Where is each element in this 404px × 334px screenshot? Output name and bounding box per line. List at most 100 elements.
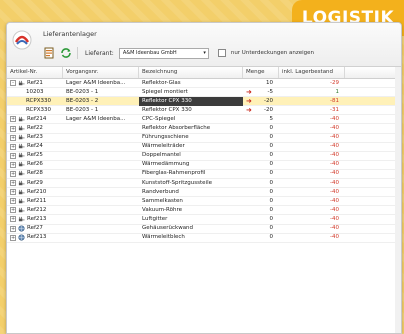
stock-cell: -40	[330, 197, 339, 204]
quantity-value: 0	[269, 152, 274, 159]
article-number: Ref28	[27, 170, 43, 177]
quantity-cell: 0	[243, 233, 279, 242]
description-cell: Reflektor CPX 330	[142, 106, 192, 113]
collapse-icon[interactable]: -	[10, 80, 16, 87]
expand-icon[interactable]: +	[10, 216, 16, 223]
expand-icon[interactable]: +	[10, 116, 16, 123]
description-cell: Reflektor Absorberfläche	[142, 125, 211, 132]
plug-icon	[18, 180, 25, 185]
article-number: 10203	[26, 88, 44, 95]
quantity-value: 5	[269, 115, 274, 122]
process-cell: BE-0203 - 1	[66, 106, 99, 113]
expand-icon[interactable]: +	[10, 180, 16, 187]
quantity-cell: 0	[243, 179, 279, 188]
stock-cell: -40	[330, 125, 339, 132]
vertical-scrollbar[interactable]	[395, 67, 401, 333]
expand-icon[interactable]: +	[10, 170, 16, 177]
quantity-cell: 0	[243, 151, 279, 160]
globe-icon	[18, 225, 25, 232]
arrow-right-icon: ➜	[246, 87, 252, 96]
column-header-stock[interactable]: inkl. Lagerbestand	[279, 67, 345, 78]
quantity-cell: 0	[243, 188, 279, 197]
plug-icon	[18, 116, 25, 122]
quantity-cell: 0	[243, 124, 279, 133]
quantity-value: 0	[269, 197, 274, 204]
article-number: Ref21	[27, 79, 43, 86]
description-cell: Sammelkasten	[142, 197, 183, 204]
expand-icon[interactable]: +	[10, 125, 16, 132]
column-header-quantity[interactable]: Menge	[243, 67, 279, 78]
quantity-value: -20	[264, 97, 273, 104]
table-row[interactable]: + Ref213 Wärmeleitblech 0 -40	[7, 233, 401, 243]
stock-cell: -31	[330, 106, 339, 113]
expand-icon[interactable]: +	[10, 225, 16, 232]
expand-icon[interactable]: +	[10, 207, 16, 214]
quantity-value: 0	[269, 225, 274, 232]
article-cell: + Ref213	[7, 233, 63, 242]
article-cell: + Ref24	[7, 142, 63, 151]
expand-icon[interactable]: +	[10, 143, 16, 150]
quantity-cell: 0	[243, 224, 279, 233]
shortage-only-checkbox[interactable]	[217, 49, 226, 57]
chevron-down-icon: ▾	[203, 49, 206, 56]
stock-cell: -40	[330, 152, 339, 159]
article-number: Ref23	[27, 134, 43, 141]
arrow-right-icon: ➜	[246, 105, 252, 114]
quantity-value: -5	[267, 88, 273, 95]
expand-icon[interactable]: +	[10, 134, 16, 141]
supplier-select-value: A&M Ideenbau GmbH	[122, 49, 177, 56]
expand-icon[interactable]: +	[10, 152, 16, 159]
refresh-icon[interactable]	[60, 47, 72, 59]
quantity-cell: 0	[243, 169, 279, 178]
stock-cell: -40	[330, 206, 339, 213]
quantity-cell: 0	[243, 206, 279, 215]
process-cell: Lager A&M Ideenba...	[66, 79, 126, 86]
globe-icon	[18, 234, 25, 241]
article-number: Ref213	[27, 215, 47, 222]
quantity-value: 10	[266, 79, 273, 86]
quantity-value: 0	[269, 134, 274, 141]
quantity-value: 0	[269, 215, 274, 222]
article-cell: + Ref26	[7, 160, 63, 169]
article-number: RCPX330	[26, 106, 51, 113]
description-cell: Kunststoff-Spritzgussteile	[142, 179, 212, 186]
toolbar: Lieferant: A&M Ideenbau GmbH ▾ nur Unter…	[43, 45, 314, 61]
description-cell: Wärmeleitblech	[142, 234, 185, 241]
quantity-cell: 10	[243, 79, 279, 88]
plug-icon	[18, 80, 25, 85]
description-cell: Luftgitter	[142, 215, 168, 222]
article-cell: + Ref27	[7, 224, 63, 233]
window-title: Lieferantenlager	[43, 30, 97, 38]
description-cell: Doppelmantel	[142, 152, 181, 159]
stock-cell: -40	[330, 134, 339, 141]
app-window: Lieferantenlager Lieferant: A&M Ideenbau…	[6, 22, 402, 334]
article-number: Ref211	[27, 197, 47, 204]
plug-icon	[18, 134, 25, 140]
stock-cell: -40	[330, 215, 339, 222]
report-icon[interactable]	[43, 47, 55, 59]
window-header: Lieferantenlager Lieferant: A&M Ideenbau…	[7, 23, 401, 67]
process-cell: BE-0203 - 2	[66, 97, 99, 104]
process-cell: BE-0203 - 1	[66, 88, 99, 95]
expand-icon[interactable]: +	[10, 189, 16, 196]
quantity-cell: 0	[243, 160, 279, 169]
process-cell: Lager A&M Ideenba...	[66, 115, 126, 122]
article-cell: + Ref23	[7, 133, 63, 142]
article-number: Ref25	[27, 152, 43, 159]
column-header-description[interactable]: Bezeichnung	[139, 67, 243, 78]
article-number: Ref26	[27, 161, 43, 168]
quantity-cell: ➜ -5	[243, 88, 279, 97]
expand-icon[interactable]: +	[10, 161, 16, 168]
grid-header: Artikel-Nr. Vorgangsnr. Bezeichnung Meng…	[7, 67, 401, 79]
supplier-select[interactable]: A&M Ideenbau GmbH ▾	[118, 47, 209, 59]
column-header-article[interactable]: Artikel-Nr.	[7, 67, 63, 78]
description-cell: Vakuum-Röhre	[142, 206, 182, 213]
stock-cell: -40	[330, 234, 339, 241]
column-header-process[interactable]: Vorgangsnr.	[63, 67, 139, 78]
stock-cell: -40	[330, 115, 339, 122]
expand-icon[interactable]: +	[10, 198, 16, 205]
quantity-cell: ➜ -20	[243, 106, 279, 115]
quantity-cell: 0	[243, 133, 279, 142]
column-header-spacer	[345, 67, 401, 78]
expand-icon[interactable]: +	[10, 234, 16, 241]
